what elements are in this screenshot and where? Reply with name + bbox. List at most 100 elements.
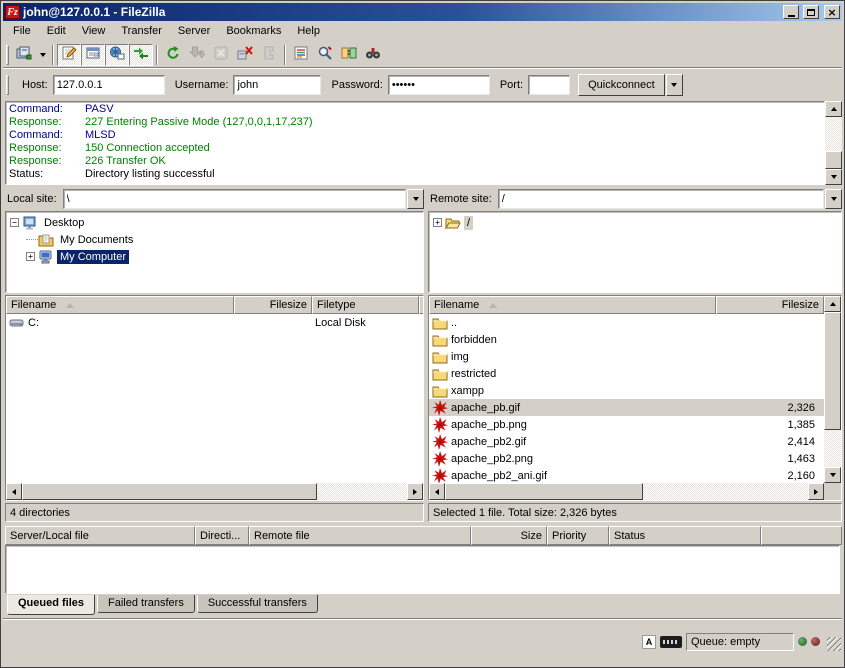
scroll-up-button[interactable] bbox=[825, 101, 842, 117]
password-input[interactable] bbox=[388, 75, 490, 95]
tree-item-label: My Documents bbox=[57, 233, 136, 247]
toggle-transfer-queue-button[interactable] bbox=[129, 44, 153, 66]
title-bar[interactable]: Fz john@127.0.0.1 - FileZilla × bbox=[3, 3, 842, 21]
minimize-button[interactable] bbox=[783, 5, 799, 19]
scroll-up-button[interactable] bbox=[824, 296, 841, 312]
scrollbar-corner bbox=[824, 483, 841, 500]
disconnect-button[interactable] bbox=[233, 44, 257, 66]
tab-queued-files[interactable]: Queued files bbox=[7, 595, 95, 615]
column-header-priority[interactable]: Priority bbox=[547, 526, 609, 545]
local-site-dropdown-button[interactable] bbox=[407, 189, 424, 209]
column-header-filename[interactable]: Filename bbox=[429, 296, 716, 314]
expander-plus-icon[interactable]: + bbox=[433, 218, 442, 227]
scroll-down-button[interactable] bbox=[824, 467, 841, 483]
column-header-label: Filename bbox=[11, 299, 56, 311]
scrollbar-thumb[interactable] bbox=[824, 312, 841, 430]
toggle-local-tree-button[interactable] bbox=[81, 44, 105, 66]
scroll-down-button[interactable] bbox=[825, 169, 842, 185]
local-file-row[interactable]: C:Local Disk bbox=[6, 314, 423, 331]
refresh-button[interactable] bbox=[161, 44, 185, 66]
scrollbar-thumb[interactable] bbox=[22, 483, 317, 500]
tree-connector bbox=[26, 239, 38, 240]
scrollbar-track[interactable] bbox=[825, 117, 842, 169]
column-header-remote-file[interactable]: Remote file bbox=[249, 526, 471, 545]
toggle-remote-tree-button[interactable] bbox=[105, 44, 129, 66]
scroll-left-button[interactable] bbox=[6, 483, 22, 500]
cancel-operation-button[interactable] bbox=[209, 44, 233, 66]
filter-button[interactable] bbox=[313, 44, 337, 66]
site-manager-button[interactable] bbox=[12, 44, 36, 66]
port-input[interactable] bbox=[528, 75, 570, 95]
column-header-size[interactable]: Size bbox=[471, 526, 547, 545]
column-header-filesize[interactable]: Filesize bbox=[234, 296, 312, 314]
maximize-button[interactable] bbox=[803, 5, 819, 19]
quickconnect-dropdown-button[interactable] bbox=[666, 74, 683, 96]
menu-help[interactable]: Help bbox=[289, 22, 328, 40]
remote-file-row[interactable]: apache_pb2.png1,463 bbox=[429, 450, 824, 467]
tree-item-my-documents[interactable]: My Documents bbox=[8, 231, 423, 248]
tree-item-label: My Computer bbox=[57, 250, 129, 264]
column-header-filetype[interactable]: Filetype bbox=[312, 296, 419, 314]
directory-listing-button[interactable] bbox=[289, 44, 313, 66]
expander-minus-icon[interactable]: − bbox=[10, 218, 19, 227]
resize-grip[interactable] bbox=[827, 637, 841, 651]
drive-icon bbox=[9, 315, 25, 331]
remote-file-row[interactable]: apache_pb2.gif2,414 bbox=[429, 433, 824, 450]
remote-file-row[interactable]: img bbox=[429, 348, 824, 365]
tree-item-desktop[interactable]: −Desktop bbox=[8, 214, 423, 231]
scrollbar-thumb[interactable] bbox=[825, 151, 842, 169]
remote-file-row[interactable]: xampp bbox=[429, 382, 824, 399]
host-input[interactable] bbox=[53, 75, 165, 95]
local-hscrollbar[interactable] bbox=[6, 483, 423, 500]
column-header-directi-[interactable]: Directi... bbox=[195, 526, 249, 545]
remote-file-row[interactable]: forbidden bbox=[429, 331, 824, 348]
log-scrollbar[interactable] bbox=[825, 101, 842, 185]
expander-plus-icon[interactable]: + bbox=[26, 252, 35, 261]
remote-file-row[interactable]: apache_pb.png1,385 bbox=[429, 416, 824, 433]
process-queue-button[interactable] bbox=[185, 44, 209, 66]
remote-site-input[interactable] bbox=[498, 189, 824, 209]
menu-edit[interactable]: Edit bbox=[39, 22, 74, 40]
column-header-status[interactable]: Status bbox=[609, 526, 761, 545]
reconnect-button[interactable] bbox=[257, 44, 281, 66]
transfer-queue-list[interactable] bbox=[5, 545, 840, 594]
quickconnect-button[interactable]: Quickconnect bbox=[578, 74, 665, 96]
scrollbar-track[interactable] bbox=[22, 483, 407, 500]
menu-server[interactable]: Server bbox=[170, 22, 218, 40]
remote-site-dropdown-button[interactable] bbox=[825, 189, 842, 209]
column-header-server-local-file[interactable]: Server/Local file bbox=[5, 526, 195, 545]
column-header-label: Server/Local file bbox=[10, 530, 89, 542]
remote-file-row[interactable]: restricted bbox=[429, 365, 824, 382]
menu-transfer[interactable]: Transfer bbox=[113, 22, 170, 40]
scroll-right-button[interactable] bbox=[407, 483, 423, 500]
message-log-pane: Command:PASVResponse:227 Entering Passiv… bbox=[5, 101, 842, 185]
remote-file-row[interactable]: apache_pb.gif2,326 bbox=[429, 399, 824, 416]
column-header-blank[interactable] bbox=[761, 526, 842, 545]
directory-comparison-button[interactable] bbox=[337, 44, 361, 66]
site-manager-dropdown-button[interactable] bbox=[36, 44, 49, 66]
close-button[interactable]: × bbox=[824, 5, 840, 19]
scroll-right-button[interactable] bbox=[808, 483, 824, 500]
toggle-log-view-button[interactable] bbox=[57, 44, 81, 66]
find-files-button[interactable] bbox=[361, 44, 385, 66]
remote-file-row[interactable]: apache_pb2_ani.gif2,160 bbox=[429, 467, 824, 483]
remote-hscrollbar[interactable] bbox=[429, 483, 824, 500]
tab-successful-transfers[interactable]: Successful transfers bbox=[197, 595, 318, 613]
local-site-input[interactable] bbox=[63, 189, 406, 209]
tree-item--[interactable]: +/ bbox=[431, 214, 841, 231]
menu-file[interactable]: File bbox=[5, 22, 39, 40]
tree-item-my-computer[interactable]: + My Computer bbox=[8, 248, 423, 265]
remote-vscrollbar[interactable] bbox=[824, 312, 841, 467]
remote-file-row[interactable]: .. bbox=[429, 314, 824, 331]
column-header-filesize[interactable]: Filesize bbox=[716, 296, 824, 314]
local-directory-tree: −Desktop My Documents + My Computer bbox=[5, 211, 424, 293]
username-input[interactable] bbox=[233, 75, 321, 95]
scrollbar-thumb[interactable] bbox=[445, 483, 643, 500]
column-header-label: Filetype bbox=[317, 299, 356, 311]
column-header-filename[interactable]: Filename bbox=[6, 296, 234, 314]
menu-bookmarks[interactable]: Bookmarks bbox=[218, 22, 289, 40]
scroll-left-button[interactable] bbox=[429, 483, 445, 500]
scrollbar-track[interactable] bbox=[445, 483, 808, 500]
tab-failed-transfers[interactable]: Failed transfers bbox=[97, 595, 195, 613]
menu-view[interactable]: View bbox=[74, 22, 114, 40]
